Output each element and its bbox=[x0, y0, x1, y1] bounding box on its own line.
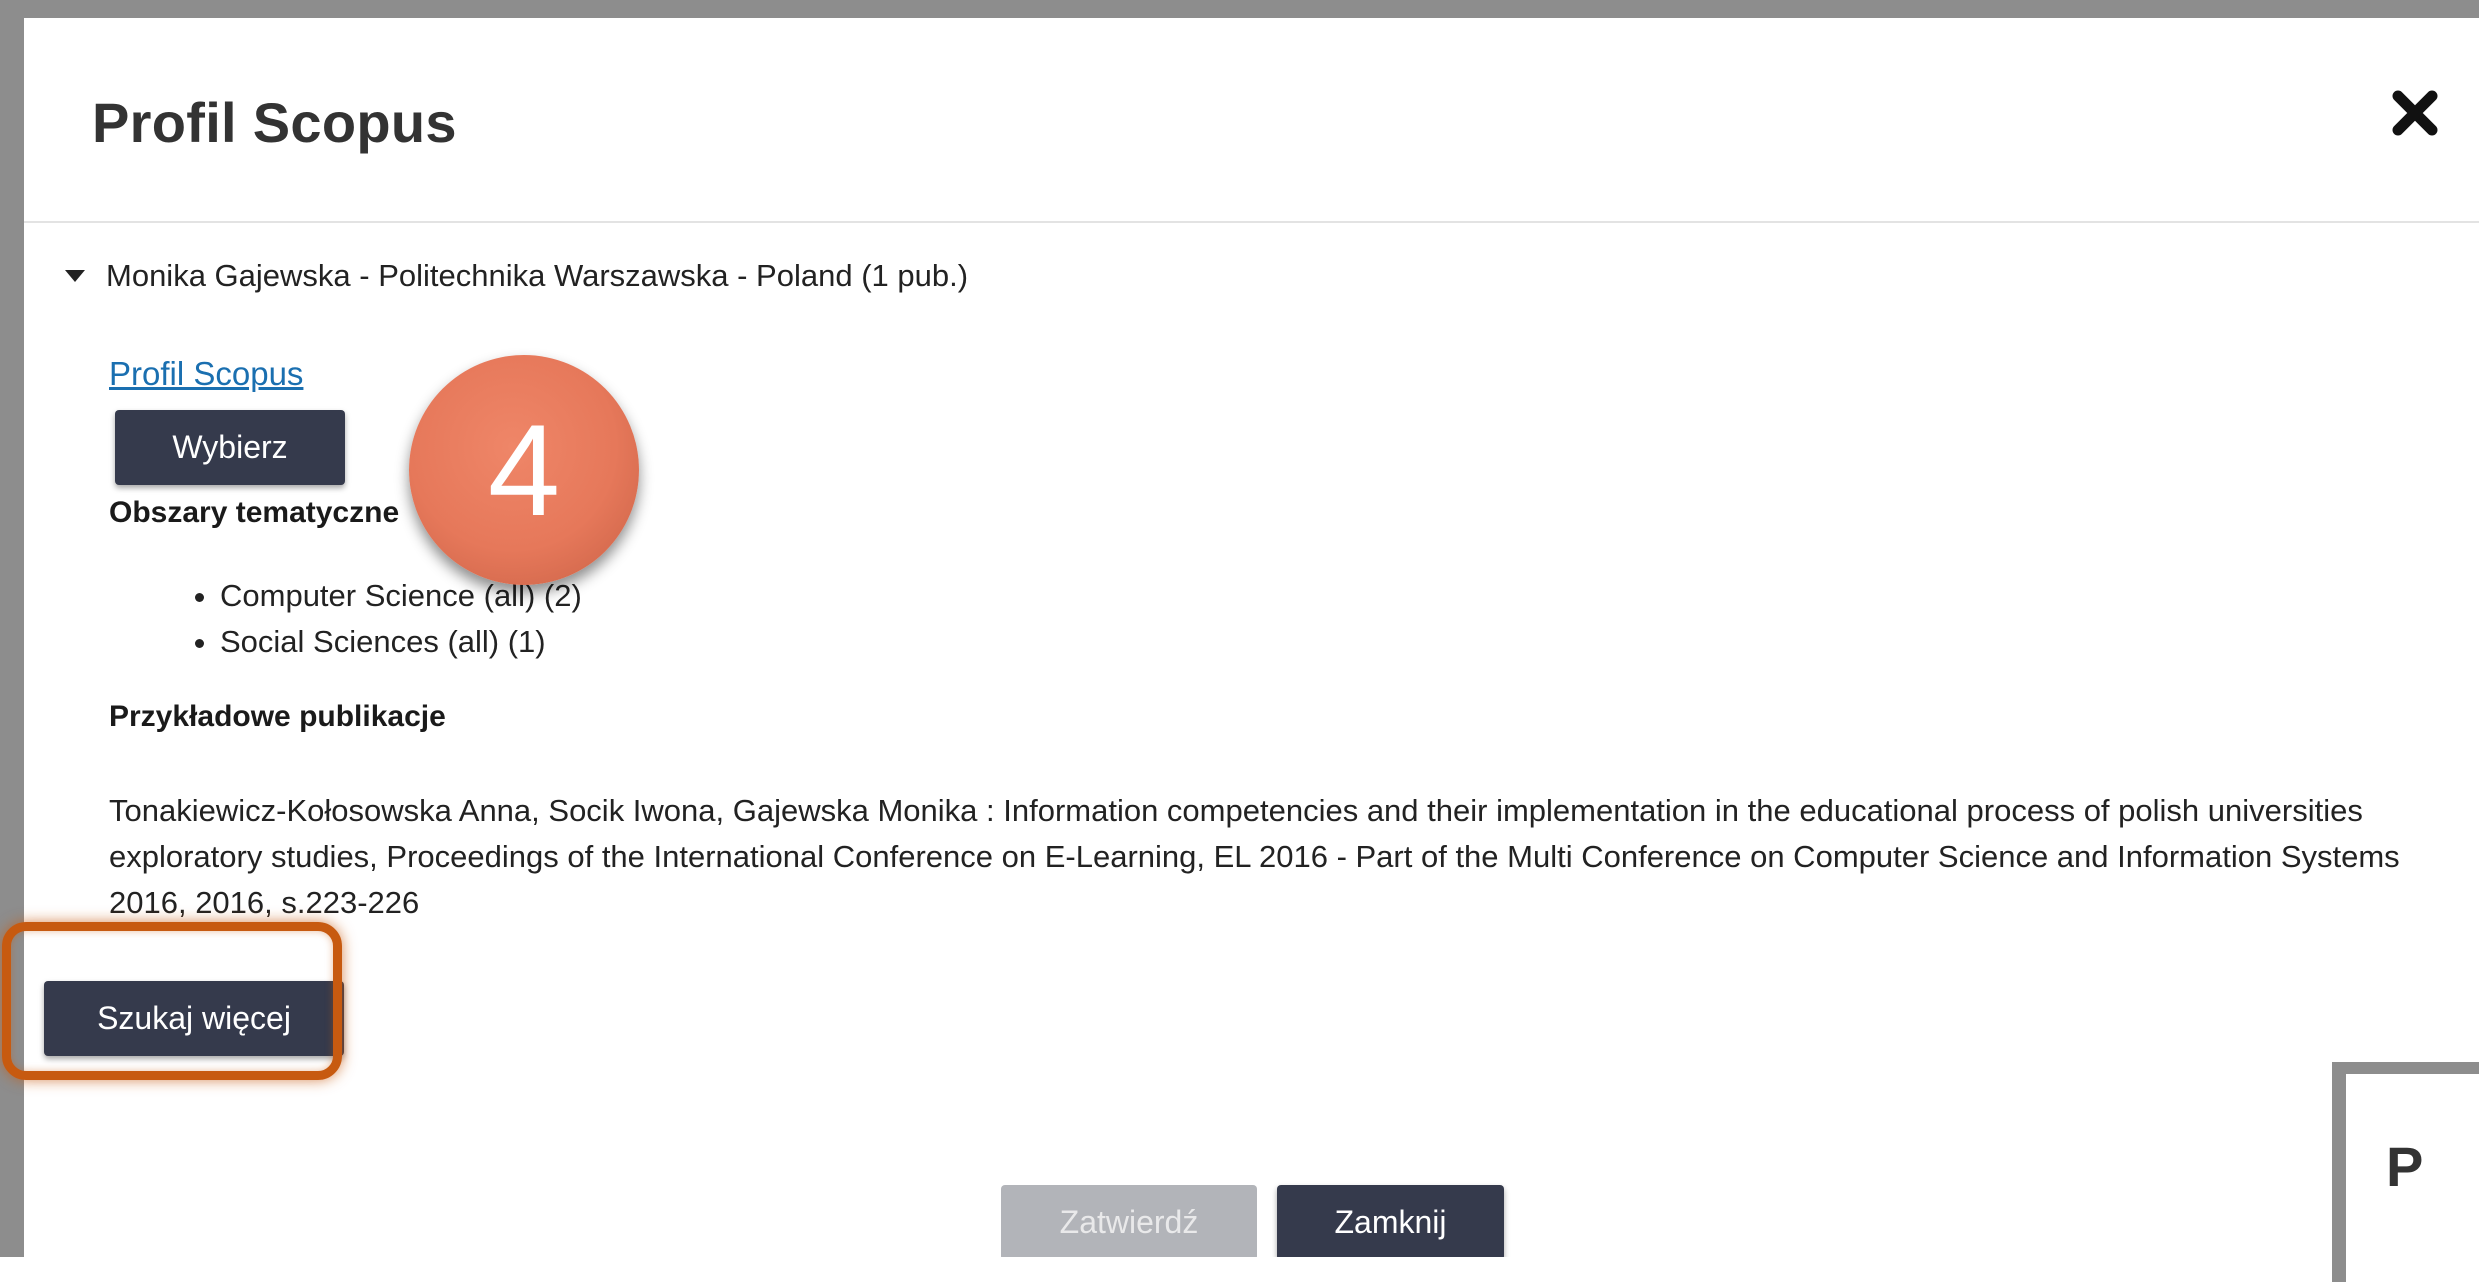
search-more-button[interactable]: Szukaj więcej bbox=[44, 981, 344, 1056]
author-result-toggle[interactable]: Monika Gajewska - Politechnika Warszawsk… bbox=[64, 258, 968, 294]
publications-heading: Przykładowe publikacje bbox=[109, 700, 446, 733]
scopus-profile-link[interactable]: Profil Scopus bbox=[109, 355, 303, 393]
close-button[interactable]: Zamknij bbox=[1277, 1185, 1504, 1257]
overlapping-modal-fragment: P bbox=[2332, 1062, 2479, 1282]
confirm-button[interactable]: Zatwierdź bbox=[1001, 1185, 1257, 1257]
close-icon[interactable] bbox=[2380, 78, 2450, 148]
modal-title: Profil Scopus bbox=[92, 91, 457, 154]
overlapping-modal-title: P bbox=[2386, 1135, 2424, 1198]
publication-entry: Tonakiewicz-Kołosowska Anna, Socik Iwona… bbox=[109, 793, 2400, 920]
topics-heading: Obszary tematyczne bbox=[109, 496, 400, 529]
select-button[interactable]: Wybierz bbox=[115, 410, 345, 485]
header-divider bbox=[24, 221, 2479, 223]
step-number-badge: 4 bbox=[409, 355, 639, 585]
author-result-label: Monika Gajewska - Politechnika Warszawsk… bbox=[106, 258, 969, 293]
list-item: Social Sciences (all) (1) bbox=[220, 619, 582, 665]
caret-down-icon bbox=[65, 270, 85, 282]
scopus-profile-modal: Profil Scopus Monika Gajewska - Politech… bbox=[0, 0, 2479, 1257]
topics-list: Computer Science (all) (2) Social Scienc… bbox=[220, 573, 582, 665]
